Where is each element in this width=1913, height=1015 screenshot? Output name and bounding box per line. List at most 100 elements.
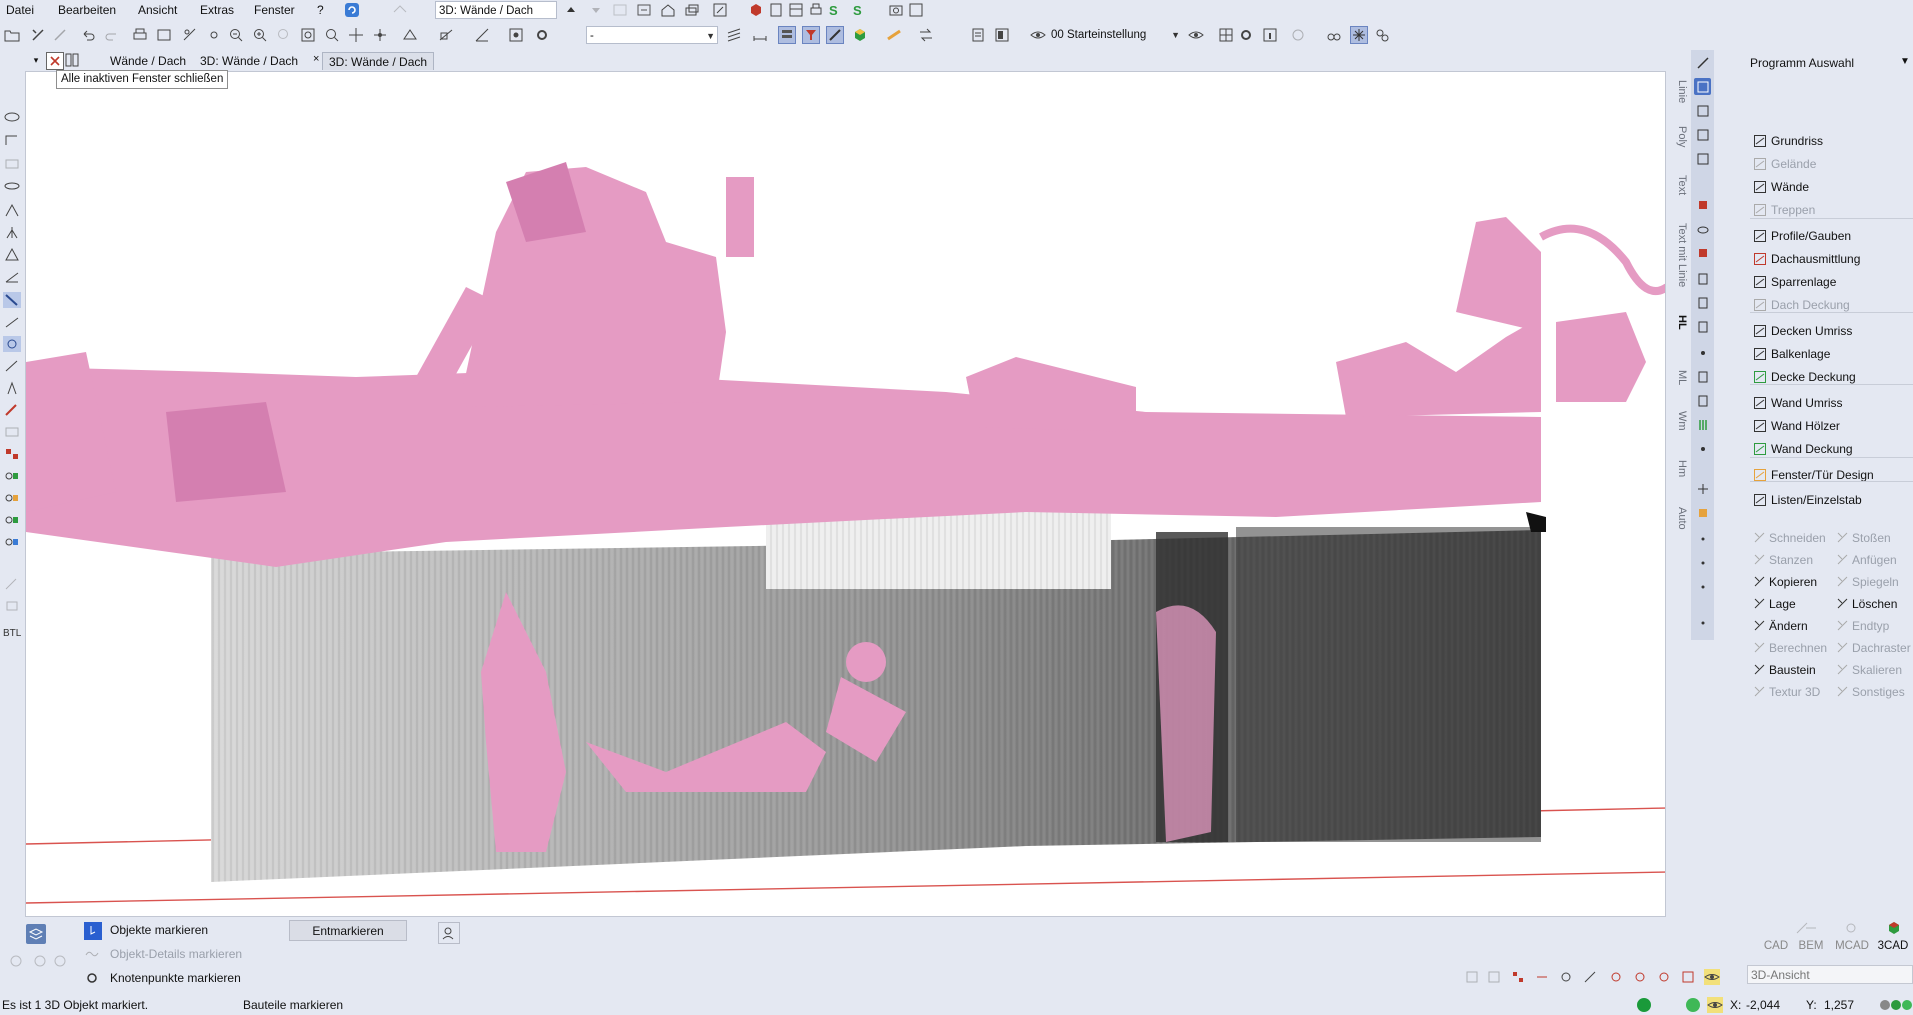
program-item[interactable]: Wand Umriss [1753, 392, 1913, 414]
move-icon[interactable] [372, 27, 388, 43]
program-item[interactable]: Wand Hölzer [1753, 415, 1913, 437]
small-dot-icon[interactable] [1694, 530, 1711, 547]
menu-ansicht[interactable]: Ansicht [138, 3, 177, 17]
green-bars-icon[interactable] [1694, 416, 1711, 433]
draw-tool-icon[interactable] [3, 358, 21, 374]
node-pair4-tool-icon[interactable] [3, 534, 21, 550]
dimension-tool-icon[interactable] [3, 314, 21, 330]
doc-icon[interactable] [1694, 270, 1711, 287]
node-tool-icon[interactable] [3, 336, 21, 352]
preset-combo[interactable]: 00 Starteinstellung ▼ [1048, 26, 1182, 44]
mode-cad[interactable]: CAD [1758, 940, 1794, 952]
print-icon[interactable] [808, 2, 824, 18]
printer-icon[interactable] [132, 27, 148, 43]
tile-vertical-icon[interactable] [64, 52, 80, 68]
mode-3cad[interactable]: 3CAD [1875, 940, 1911, 952]
colored-cube-icon[interactable] [852, 27, 868, 43]
program-item[interactable]: Listen/Einzelstab [1753, 489, 1913, 511]
refresh-icon[interactable] [344, 2, 360, 18]
edit-tool[interactable]: Lage [1753, 594, 1796, 614]
red-mark-tool-icon[interactable] [3, 402, 21, 418]
user-search-icon[interactable] [438, 922, 460, 944]
program-item[interactable]: Fenster/Tür Design [1753, 464, 1913, 486]
snap-c-icon[interactable] [1510, 969, 1526, 985]
menu-help[interactable]: ? [317, 3, 324, 17]
orange-box-icon[interactable] [1694, 504, 1711, 521]
sheet-icon[interactable] [970, 27, 986, 43]
green-s-icon[interactable]: S [826, 2, 842, 18]
node-pair-tool-icon[interactable] [3, 468, 21, 484]
grid-view-icon[interactable] [1218, 27, 1234, 43]
snap-g-icon[interactable] [1608, 969, 1624, 985]
cloud-icon[interactable] [1694, 220, 1711, 237]
sun-icon[interactable] [206, 27, 222, 43]
mark-objects-option[interactable]: Objekte markieren [110, 920, 208, 940]
vlabel-auto[interactable]: Auto [1668, 498, 1688, 538]
status-eye-icon[interactable] [1707, 997, 1723, 1013]
object-filter-icon[interactable] [802, 26, 820, 44]
selected-frame-icon[interactable] [1694, 78, 1711, 95]
section-icon[interactable] [438, 27, 454, 43]
program-item[interactable]: Wände [1753, 176, 1913, 198]
screenshot-icon[interactable] [908, 2, 924, 18]
eye-target-icon[interactable] [508, 27, 524, 43]
dot-2-icon[interactable] [1694, 440, 1711, 457]
print-preview-icon[interactable] [768, 2, 784, 18]
edit-tool[interactable]: Baustein [1753, 660, 1816, 680]
arrow-up-icon[interactable] [563, 2, 579, 18]
snap-a-icon[interactable] [1464, 969, 1480, 985]
compass-tool-icon[interactable] [3, 380, 21, 396]
snap-star-icon[interactable] [1350, 26, 1368, 44]
settings-gear-icon[interactable] [534, 27, 550, 43]
tab-menu-arrow-icon[interactable]: ▾ [28, 52, 44, 68]
snap-icon[interactable] [826, 26, 844, 44]
axes-icon[interactable] [1694, 480, 1711, 497]
info-icon[interactable] [1262, 27, 1278, 43]
bem-mode-icon[interactable] [1803, 920, 1819, 936]
swap-icon[interactable] [918, 27, 934, 43]
dimension-icon[interactable] [752, 27, 768, 43]
node-pair2-tool-icon[interactable] [3, 490, 21, 506]
menu-datei[interactable]: Datei [6, 3, 34, 17]
zoom-out-icon[interactable] [228, 27, 244, 43]
stack-icon[interactable] [684, 2, 700, 18]
snap-j-icon[interactable] [1680, 969, 1696, 985]
program-item[interactable]: Dachausmittlung [1753, 248, 1913, 270]
small-dot-3-icon[interactable] [1694, 578, 1711, 595]
snap-i-icon[interactable] [1656, 969, 1672, 985]
mark-nodes-icon[interactable] [84, 970, 100, 986]
undo-icon[interactable] [80, 27, 96, 43]
hatch-icon[interactable] [726, 27, 742, 43]
view-window-combo[interactable]: 3D: Wände / Dach [435, 1, 557, 19]
frame-3-icon[interactable] [1694, 126, 1711, 143]
tools-icon[interactable] [30, 27, 46, 43]
small-dot-4-icon[interactable] [1694, 614, 1711, 631]
menu-fenster[interactable]: Fenster [254, 3, 295, 17]
vlabel-hm[interactable]: Hm [1668, 456, 1688, 481]
zoom-search-icon[interactable] [324, 27, 340, 43]
plot-icon[interactable] [156, 27, 172, 43]
layout-icon[interactable] [788, 2, 804, 18]
mode-mcad[interactable]: MCAD [1834, 940, 1870, 952]
doc-4-icon[interactable] [1694, 368, 1711, 385]
snap-h-icon[interactable] [1632, 969, 1648, 985]
close-inactive-windows-icon[interactable] [46, 52, 64, 70]
mode-bem[interactable]: BEM [1793, 940, 1829, 952]
edit-tool[interactable]: Ändern [1753, 616, 1808, 636]
house-icon[interactable] [660, 2, 676, 18]
vlabel-text[interactable]: Text [1668, 170, 1688, 200]
doc-2-icon[interactable] [1694, 294, 1711, 311]
red-grid-tool-icon[interactable] [3, 446, 21, 462]
tab-3d-waende-dach-1[interactable]: 3D: Wände / Dach [194, 52, 304, 70]
layers-panel-icon[interactable] [26, 924, 46, 944]
3d-viewport[interactable] [25, 71, 1666, 917]
vlabel-text-mit-linie[interactable]: Text mit Linie [1668, 215, 1688, 295]
program-item[interactable]: Decken Umriss [1753, 320, 1913, 342]
measure-icon[interactable] [182, 27, 198, 43]
red-tag-2-icon[interactable] [1694, 244, 1711, 261]
vlabel-linie[interactable]: Linie [1668, 72, 1688, 112]
frame-icon[interactable] [994, 27, 1010, 43]
menu-extras[interactable]: Extras [200, 3, 234, 17]
doc-3-icon[interactable] [1694, 318, 1711, 335]
small-dot-2-icon[interactable] [1694, 554, 1711, 571]
